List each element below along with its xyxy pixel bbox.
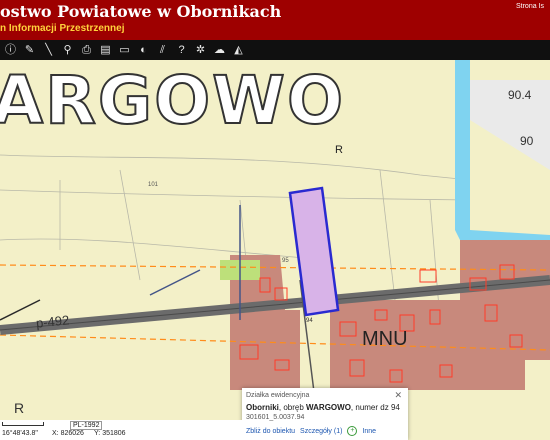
popup-commune: Oborniki [246, 403, 279, 412]
x-value: 826026 [60, 430, 84, 437]
contour-label-3: 101 [148, 182, 159, 188]
crs-selector[interactable]: PL-1992 [70, 421, 103, 430]
details-link[interactable]: Szczegóły (1) [300, 428, 342, 435]
popup-description: Oborniki, obręb WARGOWO, numer dz 94 [246, 403, 400, 412]
plot-number: 94 [306, 318, 313, 324]
popup-desc-suffix: , numer dz 94 [350, 403, 400, 412]
app-subtitle: n Informacji Przestrzennej [0, 23, 125, 34]
layer-icon[interactable]: ◐ [137, 44, 150, 57]
plus-icon[interactable]: + [347, 426, 358, 436]
other-link[interactable]: Inne [362, 428, 376, 435]
place-name-label: ARGOWO [0, 62, 346, 139]
print-icon[interactable]: ⎙ [80, 44, 93, 57]
y-label: Y: [94, 430, 101, 437]
contour-label-1: 90.4 [508, 88, 532, 102]
zoom-to-feature-link[interactable]: Zbliż do obiektu [246, 428, 295, 435]
feature-popup: Działka ewidencyjna ✕ Oborniki, obręb WA… [242, 388, 408, 440]
info-icon[interactable]: ⓘ [4, 44, 17, 57]
status-bar: PL-1992 16°48'43.8" X: 826026 Y: 351806 [0, 420, 242, 440]
zone-label: MNU [362, 328, 408, 350]
parcel-number: 95 [282, 258, 289, 264]
screen-icon[interactable]: ▭ [118, 44, 131, 57]
close-icon[interactable]: ✕ [394, 390, 402, 401]
y-coordinate: Y: 351806 [94, 430, 126, 437]
contour-label-2: 90 [520, 134, 534, 148]
app-title: ostwo Powiatowe w Obornikach [0, 2, 282, 21]
header-link[interactable]: Strona Is [516, 3, 544, 10]
popup-links: Zbliż do obiektu Szczegóły (1) + Inne [246, 426, 376, 436]
map-canvas[interactable]: ARGOWO MNU p-492 R 95 94 R 90.4 90 101 [0, 60, 550, 440]
globe-icon[interactable]: ✲ [194, 44, 207, 57]
y-value: 351806 [102, 430, 126, 437]
measure-line-icon[interactable]: ╲ [42, 44, 55, 57]
popup-desc-mid: , obręb [278, 403, 307, 412]
link-icon[interactable]: ⚲ [61, 44, 74, 57]
hatch-icon[interactable]: ⫽ [156, 44, 169, 57]
parcel-label-r: R [335, 144, 343, 156]
x-label: X: [52, 430, 59, 437]
r-label-bottom: R [14, 400, 25, 416]
help-icon[interactable]: ? [175, 44, 188, 57]
x-coordinate: X: 826026 [52, 430, 84, 437]
popup-heading: Działka ewidencyjna [246, 392, 310, 399]
popup-id: 301601_5.0037.94 [246, 414, 305, 421]
triangle-icon[interactable]: ◭ [232, 44, 245, 57]
map-toolbar: ⓘ ✎ ╲ ⚲ ⎙ ▤ ▭ ◐ ⫽ ? ✲ ☁ ◭ [0, 40, 550, 60]
app-header: ostwo Powiatowe w Obornikach n Informacj… [0, 0, 550, 40]
popup-area: WARGOWO [306, 403, 351, 412]
pencil-icon[interactable]: ✎ [23, 44, 36, 57]
cloud-icon[interactable]: ☁ [213, 44, 226, 57]
coord-readout: 16°48'43.8" [2, 430, 38, 437]
table-icon[interactable]: ▤ [99, 44, 112, 57]
scale-bar [2, 422, 44, 426]
